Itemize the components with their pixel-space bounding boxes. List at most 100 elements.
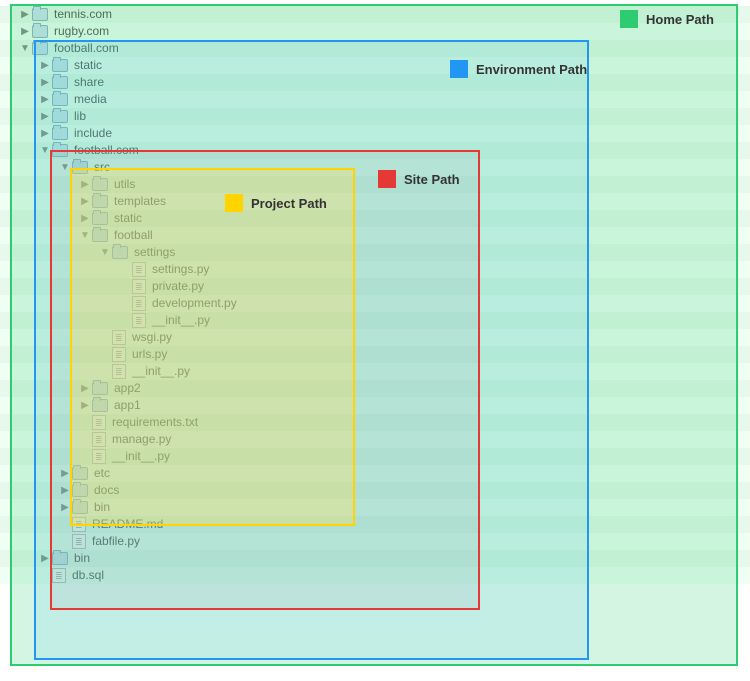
tree-item-label: docs (94, 482, 119, 499)
tree-item-label: static (114, 210, 142, 227)
chevron-down-icon[interactable]: ▼ (40, 142, 50, 159)
tree-item-label: manage.py (112, 431, 171, 448)
tree-row[interactable]: ▶__init__.py (0, 312, 750, 329)
folder-icon (72, 484, 88, 497)
tree-row[interactable]: ▶ utils (0, 176, 750, 193)
file-icon (72, 517, 86, 532)
chevron-down-icon[interactable]: ▼ (60, 159, 70, 176)
tree-row[interactable]: ▶__init__.py (0, 448, 750, 465)
tree-item-label: rugby.com (54, 23, 109, 40)
tree-row[interactable]: ▶ docs (0, 482, 750, 499)
chevron-right-icon[interactable]: ▶ (40, 108, 50, 125)
tree-row[interactable]: ▶static (0, 57, 750, 74)
tree-item-label: requirements.txt (112, 414, 198, 431)
chevron-right-icon[interactable]: ▶ (80, 210, 90, 227)
tree-row[interactable]: ▶fabfile.py (0, 533, 750, 550)
tree-item-label: wsgi.py (132, 329, 172, 346)
chevron-down-icon[interactable]: ▼ (80, 227, 90, 244)
chevron-down-icon[interactable]: ▼ (20, 40, 30, 57)
file-icon (52, 568, 66, 583)
tree-row[interactable]: ▼football.com (0, 142, 750, 159)
chevron-right-icon[interactable]: ▶ (80, 380, 90, 397)
tree-row[interactable]: ▼ football.com (0, 40, 750, 57)
file-icon (112, 347, 126, 362)
tree-item-label: private.py (152, 278, 204, 295)
tree-item-label: fabfile.py (92, 533, 140, 550)
diagram-canvas: ▶tennis.com▶rugby.com▼football.com▶stati… (0, 0, 750, 675)
tree-item-label: app1 (114, 397, 141, 414)
chevron-right-icon[interactable]: ▶ (40, 74, 50, 91)
tree-row[interactable]: ▶ tennis.com (0, 6, 750, 23)
tree-item-label: bin (74, 550, 90, 567)
tree-item-label: __init__.py (132, 363, 190, 380)
tree-row[interactable]: ▶ static (0, 210, 750, 227)
folder-icon (32, 25, 48, 38)
tree-row[interactable]: ▶ bin (0, 550, 750, 567)
tree-row[interactable]: ▶private.py (0, 278, 750, 295)
chevron-down-icon[interactable]: ▼ (100, 244, 110, 261)
tree-row[interactable]: ▶ app1 (0, 397, 750, 414)
tree-item-label: utils (114, 176, 135, 193)
folder-icon (52, 127, 68, 140)
tree-row[interactable]: ▶manage.py (0, 431, 750, 448)
tree-item-label: settings (134, 244, 175, 261)
tree-row[interactable]: ▶ rugby.com (0, 23, 750, 40)
file-icon (72, 534, 86, 549)
chevron-right-icon[interactable]: ▶ (20, 23, 30, 40)
tree-row[interactable]: ▼ settings (0, 244, 750, 261)
file-icon (112, 364, 126, 379)
file-icon (112, 330, 126, 345)
chevron-right-icon[interactable]: ▶ (20, 6, 30, 23)
chevron-right-icon[interactable]: ▶ (80, 397, 90, 414)
file-icon (132, 262, 146, 277)
file-icon (92, 449, 106, 464)
chevron-right-icon[interactable]: ▶ (60, 482, 70, 499)
tree-item-label: db.sql (72, 567, 104, 584)
tree-row[interactable]: ▶include (0, 125, 750, 142)
chevron-right-icon[interactable]: ▶ (60, 499, 70, 516)
chevron-right-icon[interactable]: ▶ (40, 91, 50, 108)
chevron-right-icon[interactable]: ▶ (80, 176, 90, 193)
tree-item-label: football (114, 227, 153, 244)
tree-item-label: media (74, 91, 107, 108)
tree-row[interactable]: ▶app2 (0, 380, 750, 397)
tree-row[interactable]: ▶settings.py (0, 261, 750, 278)
chevron-right-icon[interactable]: ▶ (40, 57, 50, 74)
tree-row[interactable]: ▶bin (0, 499, 750, 516)
folder-icon (52, 93, 68, 106)
tree-item-label: share (74, 74, 104, 91)
folder-icon (112, 246, 128, 259)
tree-row[interactable]: ▼ football (0, 227, 750, 244)
tree-row[interactable]: ▶__init__.py (0, 363, 750, 380)
tree-item-label: football.com (54, 40, 119, 57)
file-tree: ▶tennis.com▶rugby.com▼football.com▶stati… (0, 0, 750, 681)
tree-row[interactable]: ▶db.sql (0, 567, 750, 584)
tree-row[interactable]: ▶ media (0, 91, 750, 108)
tree-row[interactable]: ▶urls.py (0, 346, 750, 363)
tree-row[interactable]: ▶etc (0, 465, 750, 482)
tree-item-label: tennis.com (54, 6, 112, 23)
tree-row[interactable]: ▶wsgi.py (0, 329, 750, 346)
folder-icon (32, 8, 48, 21)
file-icon (132, 313, 146, 328)
tree-row[interactable]: ▶requirements.txt (0, 414, 750, 431)
tree-row[interactable]: ▶README.md (0, 516, 750, 533)
chevron-right-icon[interactable]: ▶ (60, 465, 70, 482)
tree-item-label: README.md (92, 516, 163, 533)
tree-item-label: settings.py (152, 261, 209, 278)
tree-row[interactable]: ▶templates (0, 193, 750, 210)
folder-icon (92, 229, 108, 242)
tree-row[interactable]: ▶ lib (0, 108, 750, 125)
chevron-right-icon[interactable]: ▶ (40, 125, 50, 142)
chevron-right-icon[interactable]: ▶ (40, 550, 50, 567)
tree-row[interactable]: ▶ share (0, 74, 750, 91)
folder-icon (32, 42, 48, 55)
tree-item-label: src (94, 159, 110, 176)
folder-icon (52, 110, 68, 123)
folder-icon (72, 501, 88, 514)
tree-item-label: lib (74, 108, 86, 125)
folder-icon (92, 212, 108, 225)
chevron-right-icon[interactable]: ▶ (80, 193, 90, 210)
tree-row[interactable]: ▼ src (0, 159, 750, 176)
tree-row[interactable]: ▶development.py (0, 295, 750, 312)
